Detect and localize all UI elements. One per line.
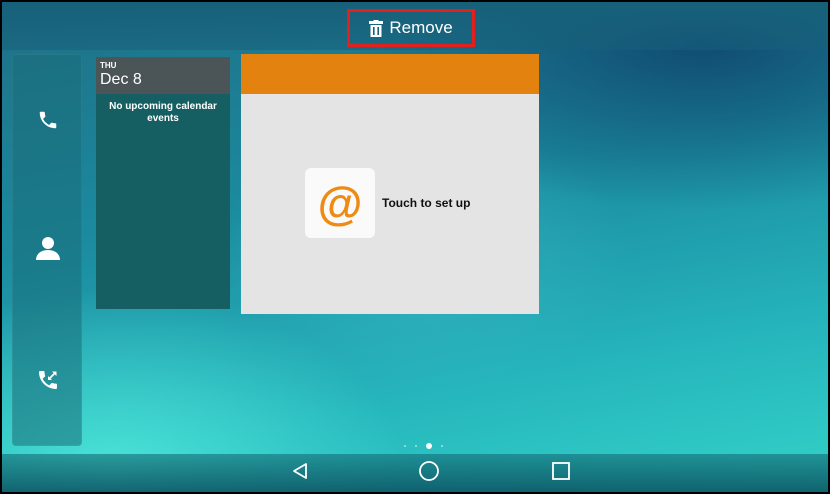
contacts-icon [35,236,61,265]
remove-label: Remove [389,18,453,37]
top-drop-bar: Remove [2,2,828,50]
email-widget-header [241,54,539,94]
recents-icon [552,461,570,485]
left-dock [12,54,82,446]
calendar-day-of-week: THU [100,61,117,70]
home-screen: Remove THU Dec 8 No upcoming calendar ev… [2,2,828,492]
page-dot-active [426,443,432,449]
calendar-empty-message: No upcoming calendar events [109,101,217,124]
page-dot [404,445,406,447]
recents-button[interactable] [548,461,574,485]
trash-icon [369,19,384,37]
phone-button[interactable] [32,106,64,138]
page-indicator [404,443,443,449]
back-icon [291,462,309,485]
contacts-button[interactable] [32,234,64,266]
calendar-widget[interactable]: THU Dec 8 No upcoming calendar events [96,57,230,309]
home-icon [418,460,440,487]
remove-target[interactable]: Remove [347,9,475,47]
home-button[interactable] [416,460,442,487]
email-widget[interactable]: @ Touch to set up [241,54,539,314]
page-dot [441,445,443,447]
phone-icon [37,109,59,136]
calendar-header: THU Dec 8 [96,57,230,94]
navigation-bar [2,454,828,492]
at-sign-icon: @ [305,168,375,238]
call-transfer-button[interactable] [32,366,64,398]
email-setup-label: Touch to set up [382,196,471,210]
call-transfer-icon [36,368,60,397]
back-button[interactable] [287,461,313,485]
page-dot [415,445,417,447]
calendar-date: Dec 8 [100,71,142,88]
